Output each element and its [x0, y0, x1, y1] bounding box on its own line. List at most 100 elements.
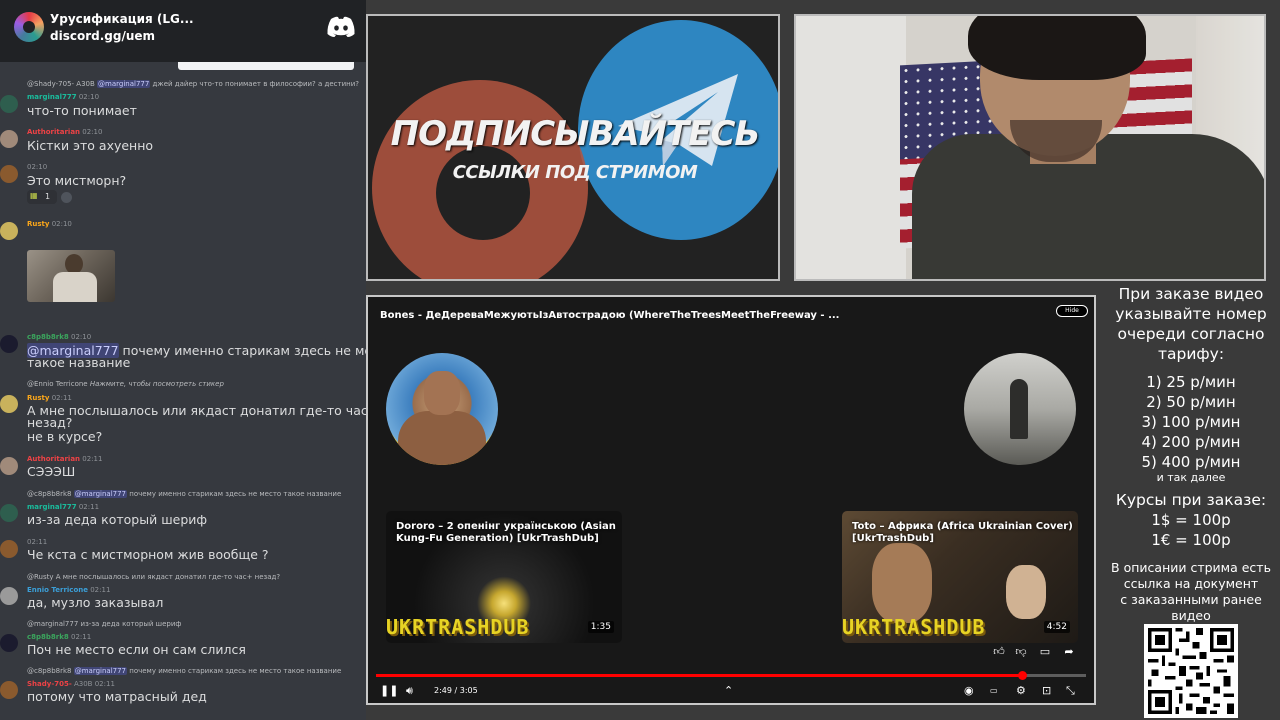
time-display: 2:49 / 3:05 [434, 686, 478, 695]
username[interactable]: Ennio Terricone [27, 586, 88, 594]
avatar[interactable] [0, 457, 18, 475]
reply-username: @Shady-705- [27, 80, 75, 88]
timestamp: 02:11 [71, 633, 92, 641]
video-player[interactable]: Bones - ДеДереваМежуютьIзАвтострадою (Wh… [366, 295, 1096, 705]
username[interactable]: Authoritarian [27, 128, 80, 136]
message-meta: Rusty 02:11 [27, 394, 72, 402]
card-brand: UKRTRASHDUB [386, 615, 530, 639]
autoplay-toggle-icon[interactable]: ◉ [964, 684, 974, 698]
reply-preview[interactable]: @marginal777 из-за деда который шериф [27, 620, 181, 628]
card-brand: UKRTRASHDUB [842, 615, 986, 639]
reply-text: почему именно старикам здесь не место та… [129, 490, 342, 498]
server-icon[interactable] [14, 12, 44, 42]
username[interactable]: Authoritarian [27, 455, 80, 463]
reply-username: @Ennio Terricone [27, 380, 88, 388]
reply-text: из-за деда который шериф [80, 620, 182, 628]
username[interactable]: marginal777 [27, 93, 77, 101]
username[interactable]: c8p8b8rk8 [27, 633, 69, 641]
avatar[interactable] [0, 130, 18, 148]
timestamp: 02:11 [27, 538, 48, 546]
message-text-body: почему именно старикам здесь не место [122, 343, 366, 358]
player-controls: ❚❚ 🔊︎ 2:49 / 3:05 ⌃ ◉ ▭ ⚙ ⊡ ⤡ [368, 681, 1094, 703]
reply-text: Нажмите, чтобы посмотреть стикер [89, 380, 224, 388]
avatar[interactable] [0, 335, 18, 353]
avatar[interactable] [0, 165, 18, 183]
message-text-line: незад? [27, 415, 73, 430]
chat-search-bar[interactable] [178, 62, 354, 70]
progress-scrubber[interactable] [1018, 671, 1028, 680]
message-text: что-то понимает [27, 103, 137, 118]
info-line: с заказанными ранее [1120, 592, 1262, 607]
comment-icon[interactable]: ▭ [1038, 645, 1052, 659]
reply-preview[interactable]: @Ennio Terricone Нажмите, чтобы посмотре… [27, 380, 224, 388]
end-screen-video-card[interactable]: Dororo – 2 опенінг українською (Asian Ku… [386, 511, 622, 643]
reply-preview[interactable]: @Rusty А мне послышалось или якдаст дона… [27, 573, 280, 581]
server-invite[interactable]: discord.gg/uem [50, 29, 155, 43]
avatar-face [424, 371, 460, 415]
end-screen-video-card[interactable]: Toto – Африка (Africa Ukrainian Cover) [… [842, 511, 1078, 643]
reaction-button[interactable]: ▦ 1 [27, 190, 57, 204]
hide-button[interactable]: Hide [1056, 305, 1088, 317]
gif-attachment[interactable] [27, 250, 115, 302]
mention[interactable]: @marginal777 [73, 667, 128, 675]
avatar[interactable] [0, 222, 18, 240]
exit-fullscreen-icon[interactable]: ⤡ [1066, 684, 1075, 698]
discord-icon [327, 16, 355, 37]
patreon-logo-inner [436, 146, 530, 240]
card-title: Toto – Африка (Africa Ukrainian Cover) [… [852, 521, 1073, 544]
message-text-line: такое название [27, 355, 131, 370]
cast-icon[interactable]: ⊡ [1042, 684, 1051, 698]
dislike-icon[interactable]: 👎︎ [1014, 645, 1028, 659]
pause-icon[interactable]: ❚❚ [380, 684, 398, 698]
reply-username: @marginal777 [27, 620, 79, 628]
avatar[interactable] [0, 504, 18, 522]
timestamp: 02:11 [78, 503, 100, 511]
avatar[interactable] [0, 95, 18, 113]
like-icon[interactable]: 👍︎ [992, 645, 1006, 659]
username[interactable]: Shady-705- [27, 680, 72, 688]
timestamp: 02:10 [82, 128, 103, 136]
reply-preview[interactable]: @c8p8b8rk8 @marginal777 почему именно ст… [27, 667, 341, 675]
username[interactable]: marginal777 [27, 503, 77, 511]
promo-subtitle: ССЫЛКИ ПОД СТРИМОМ [452, 162, 698, 183]
reply-preview[interactable]: @c8p8b8rk8 @marginal777 почему именно ст… [27, 490, 341, 498]
username[interactable]: Rusty [27, 394, 49, 402]
mention[interactable]: @marginal777 [97, 80, 151, 88]
message-text: да, музло заказывал [27, 595, 164, 610]
message-meta: c8p8b8rk8 02:11 [27, 633, 91, 641]
reply-preview[interactable]: @Shady-705- А30В @marginal777 джей дайер… [27, 80, 359, 88]
emoji-icon: ▦ [30, 191, 38, 200]
webcam-feed [794, 14, 1266, 281]
message-meta: c8p8b8rk8 02:10 [27, 333, 91, 341]
captions-icon[interactable]: ▭ [990, 684, 998, 698]
currency-line: 1$ = 100р [1151, 511, 1231, 529]
mention[interactable]: @marginal777 [73, 490, 128, 498]
username[interactable]: c8p8b8rk8 [27, 333, 69, 341]
avatar[interactable] [0, 587, 18, 605]
chevron-up-icon[interactable]: ⌃ [724, 684, 733, 698]
volume-icon[interactable]: 🔊︎ [406, 684, 413, 698]
price-item: 3) 100 р/мин [1141, 413, 1241, 431]
price-list: 1) 25 р/мин 2) 50 р/мин 3) 100 р/мин 4) … [1102, 372, 1280, 484]
qr-code[interactable] [1144, 624, 1238, 718]
message-text: Это мистморн? [27, 173, 127, 188]
video-title[interactable]: Bones - ДеДереваМежуютьIзАвтострадою (Wh… [380, 310, 839, 321]
add-reaction-icon[interactable] [61, 192, 72, 203]
message-text: из-за деда который шериф [27, 512, 208, 527]
avatar[interactable] [0, 395, 18, 413]
timestamp: 02:11 [94, 680, 115, 688]
avatar[interactable] [0, 634, 18, 652]
settings-icon[interactable]: ⚙ [1016, 684, 1026, 698]
avatar[interactable] [0, 681, 18, 699]
message-meta: 02:11 [27, 538, 47, 546]
channel-avatar-left[interactable] [386, 353, 498, 465]
channel-avatar-right[interactable] [964, 353, 1076, 465]
message-meta: Authoritarian 02:11 [27, 455, 102, 463]
share-icon[interactable]: ➦ [1062, 645, 1076, 659]
card-duration: 4:52 [1043, 621, 1070, 633]
username[interactable]: Rusty [27, 220, 49, 228]
progress-bar[interactable] [376, 674, 1023, 677]
timestamp: 02:11 [51, 394, 72, 402]
avatar[interactable] [0, 540, 18, 558]
info-line: видео [1171, 608, 1211, 623]
